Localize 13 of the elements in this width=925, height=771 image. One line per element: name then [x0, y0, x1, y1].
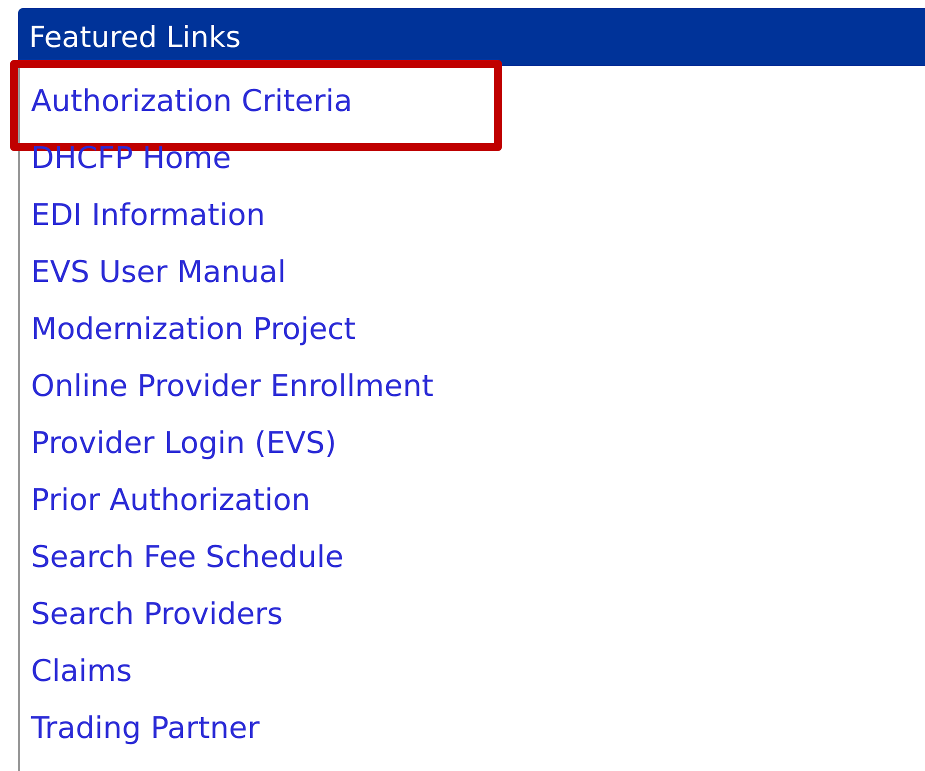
- panel-title: Featured Links: [29, 22, 241, 52]
- featured-link[interactable]: Online Provider Enrollment: [31, 372, 434, 402]
- featured-link[interactable]: Modernization Project: [31, 314, 356, 344]
- featured-link[interactable]: Trading Partner: [31, 714, 260, 744]
- featured-link[interactable]: Provider Login (EVS): [31, 428, 336, 458]
- featured-link[interactable]: Search Fee Schedule: [31, 542, 344, 572]
- featured-link[interactable]: Authorization Criteria: [31, 86, 352, 116]
- featured-link[interactable]: EDI Information: [31, 200, 266, 230]
- featured-link[interactable]: EVS User Manual: [31, 258, 286, 288]
- featured-link[interactable]: Prior Authorization: [31, 486, 310, 516]
- featured-link[interactable]: Search Providers: [31, 600, 283, 630]
- featured-link[interactable]: DHCFP Home: [31, 144, 232, 174]
- featured-link[interactable]: Claims: [31, 656, 132, 686]
